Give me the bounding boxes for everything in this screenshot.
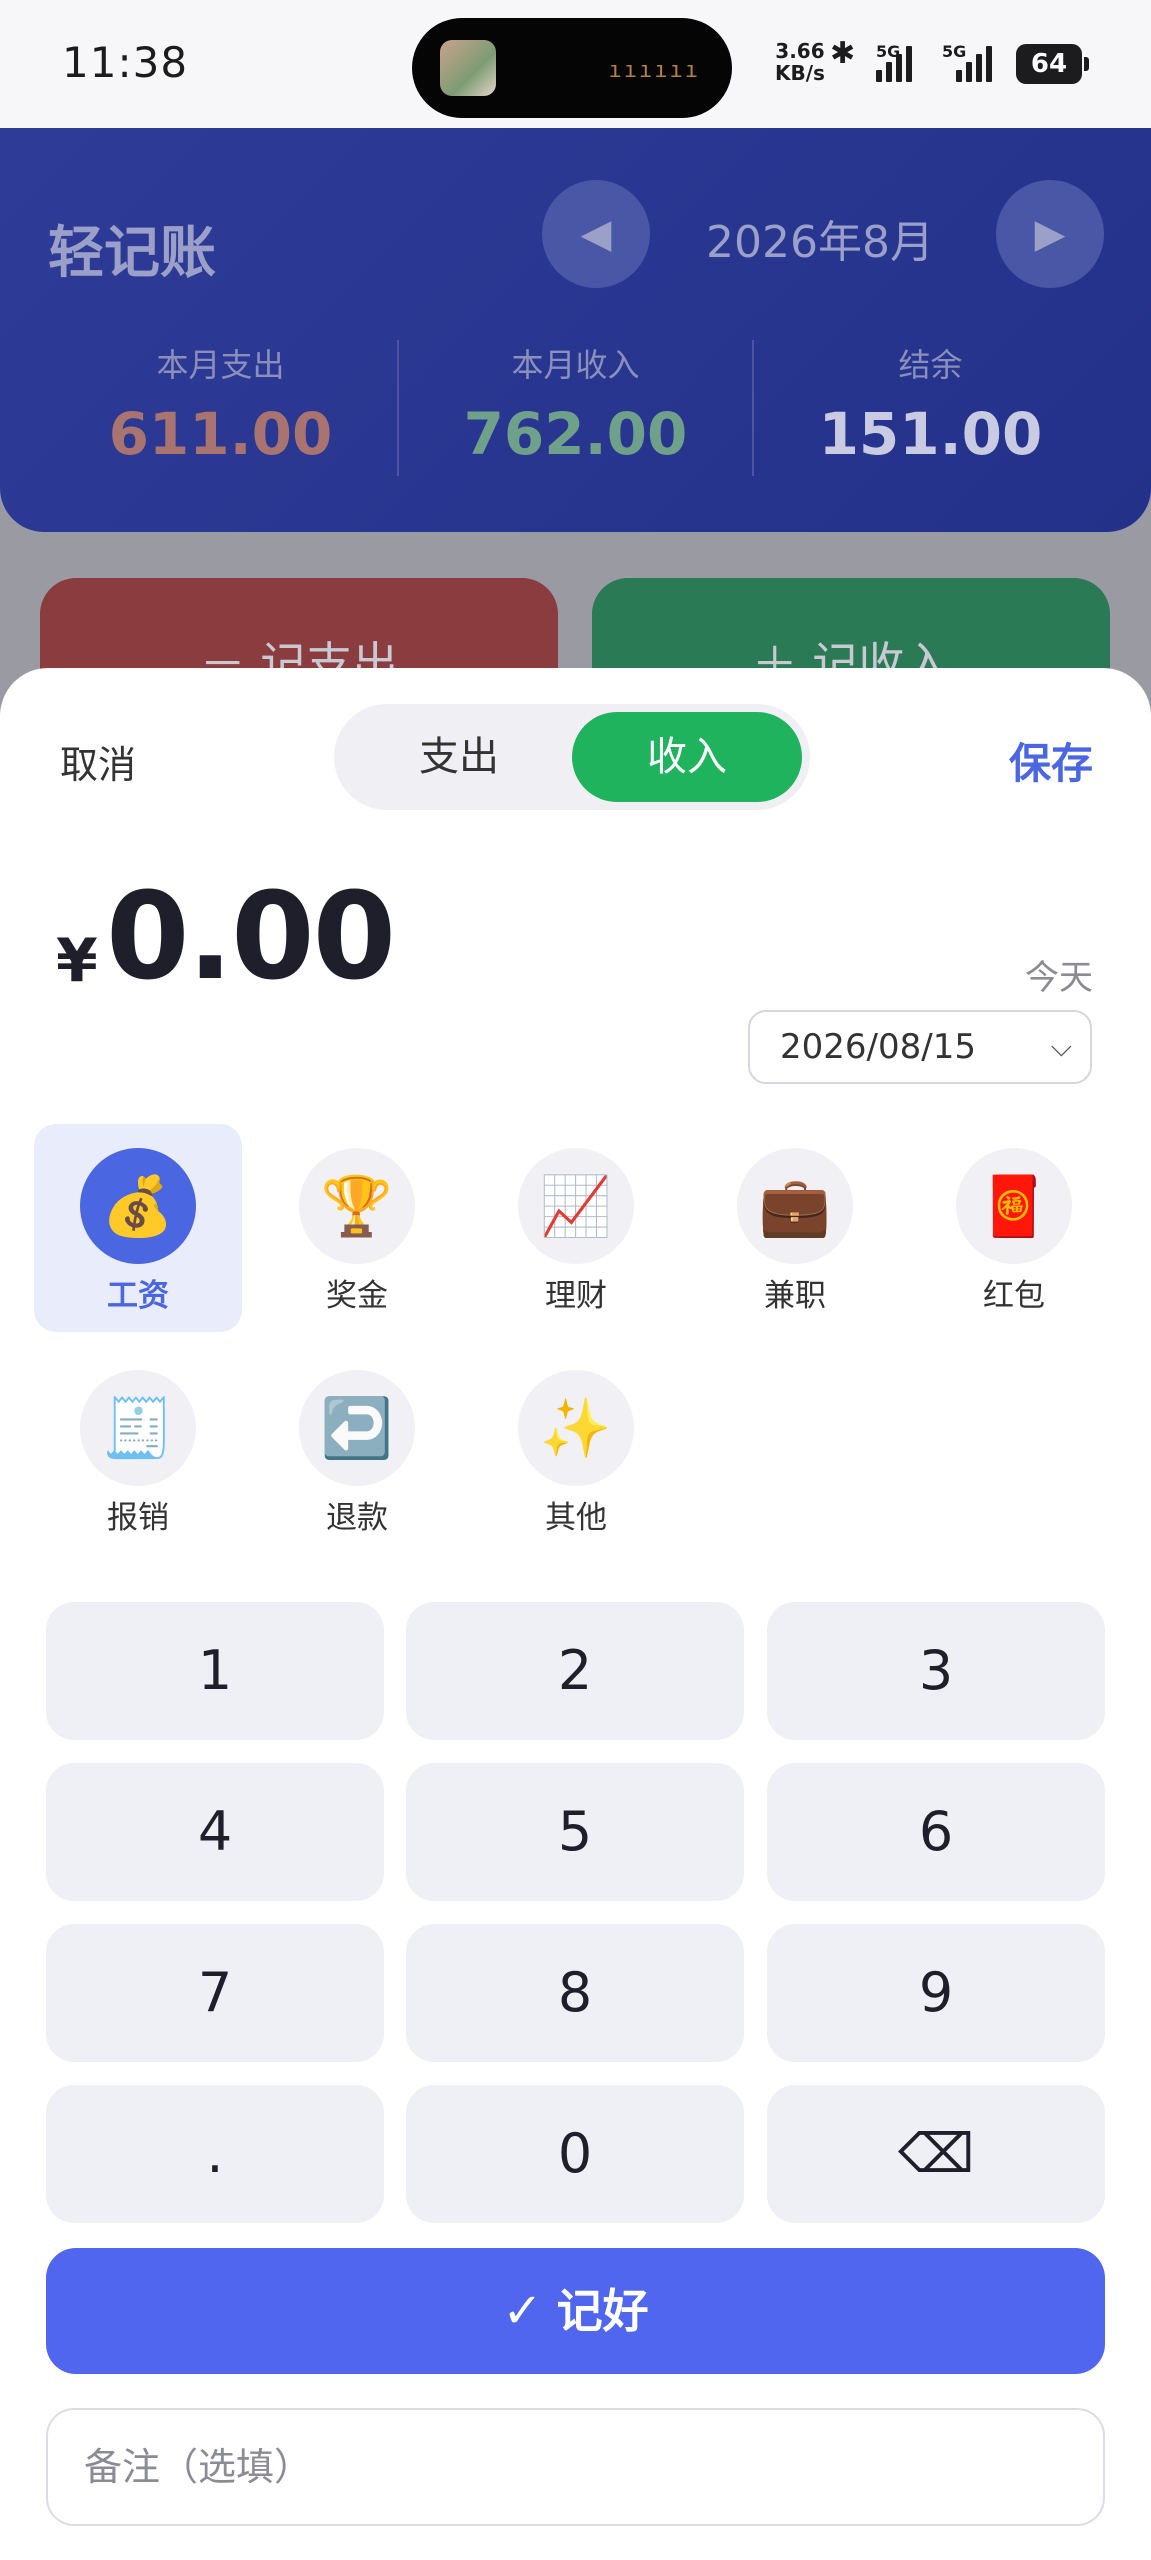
backspace-icon[interactable]: ⌫	[767, 2085, 1105, 2223]
key-5[interactable]: 5	[406, 1763, 744, 1901]
media-thumbnail	[440, 40, 496, 96]
category-label: 其他	[545, 1500, 607, 1536]
signal-icon-2	[956, 46, 992, 82]
cancel-button[interactable]: 取消	[60, 734, 136, 789]
category-red-envelope[interactable]: 🧧 红包	[910, 1124, 1118, 1332]
key-2[interactable]: 2	[406, 1602, 744, 1740]
key-4[interactable]: 4	[46, 1763, 384, 1901]
return-arrow-icon: ↩️	[299, 1370, 415, 1486]
category-refund[interactable]: ↩️ 退款	[253, 1346, 461, 1554]
trophy-icon: 🏆	[299, 1148, 415, 1264]
category-label: 红包	[983, 1278, 1045, 1314]
stat-value: 151.00	[818, 400, 1043, 468]
category-label: 奖金	[326, 1278, 388, 1314]
signal-icon-1	[876, 46, 912, 82]
net-speed: 3.66 KB/s	[775, 39, 825, 85]
key-6[interactable]: 6	[767, 1763, 1105, 1901]
stat-income: 本月收入 762.00	[399, 340, 752, 468]
red-envelope-icon: 🧧	[956, 1148, 1072, 1264]
category-label: 工资	[107, 1278, 169, 1314]
key-decimal[interactable]: .	[46, 2085, 384, 2223]
note-input[interactable]	[46, 2408, 1105, 2526]
stat-label: 本月收入	[511, 346, 640, 384]
key-7[interactable]: 7	[46, 1924, 384, 2062]
category-salary[interactable]: 💰 工资	[34, 1124, 242, 1332]
bluetooth-icon: ✱	[830, 36, 856, 71]
category-label: 理财	[545, 1278, 607, 1314]
stat-value: 762.00	[463, 400, 688, 468]
check-icon: ✓	[502, 2283, 543, 2339]
category-reimbursement[interactable]: 🧾 报销	[34, 1346, 242, 1554]
stat-expense: 本月支出 611.00	[44, 340, 397, 468]
entry-sheet: 取消 支出 收入 保存 ¥ 0.00 今天 2026/08/15 ⌵ 💰 工资 …	[0, 668, 1151, 2560]
chevron-down-icon: ⌵	[1050, 1030, 1072, 1063]
category-label: 兼职	[764, 1278, 826, 1314]
key-9[interactable]: 9	[767, 1924, 1105, 2062]
category-label: 退款	[326, 1500, 388, 1536]
dynamic-island[interactable]: ıııııı	[412, 18, 732, 118]
audio-wave-icon: ıııııı	[608, 58, 700, 83]
toggle-expense[interactable]: 支出	[344, 712, 574, 802]
summary-header: 轻记账 ◀ 2026年8月 ▶ 本月支出 611.00 本月收入 762.00 …	[0, 128, 1151, 532]
prev-month-button[interactable]: ◀	[542, 180, 650, 288]
key-8[interactable]: 8	[406, 1924, 744, 2062]
current-month: 2026年8月	[706, 217, 934, 268]
battery-icon: 64	[1016, 44, 1089, 84]
type-toggle: 支出 收入	[334, 704, 810, 810]
date-value: 2026/08/15	[780, 1027, 976, 1067]
currency-symbol: ¥	[56, 926, 98, 996]
chart-up-icon: 📈	[518, 1148, 634, 1264]
receipt-icon: 🧾	[80, 1370, 196, 1486]
date-picker[interactable]: 2026/08/15 ⌵	[748, 1010, 1092, 1084]
stat-label: 结余	[898, 346, 963, 384]
category-bonus[interactable]: 🏆 奖金	[253, 1124, 461, 1332]
confirm-label: 记好	[556, 2284, 649, 2338]
money-bag-icon: 💰	[80, 1148, 196, 1264]
stat-balance: 结余 151.00	[754, 340, 1107, 468]
amount-display: 0.00	[106, 868, 396, 1007]
toggle-income[interactable]: 收入	[572, 712, 802, 802]
category-label: 报销	[107, 1500, 169, 1536]
sparkles-icon: ✨	[518, 1370, 634, 1486]
briefcase-icon: 💼	[737, 1148, 853, 1264]
save-button[interactable]: 保存	[1009, 730, 1093, 791]
date-hint: 今天	[1025, 958, 1093, 998]
key-3[interactable]: 3	[767, 1602, 1105, 1740]
category-investment[interactable]: 📈 理财	[472, 1124, 680, 1332]
confirm-button[interactable]: ✓ 记好	[46, 2248, 1105, 2374]
next-month-button[interactable]: ▶	[996, 180, 1104, 288]
key-0[interactable]: 0	[406, 2085, 744, 2223]
category-other[interactable]: ✨ 其他	[472, 1346, 680, 1554]
key-1[interactable]: 1	[46, 1602, 384, 1740]
app-title: 轻记账	[48, 221, 216, 286]
stat-value: 611.00	[108, 400, 333, 468]
status-time: 11:38	[62, 38, 189, 87]
status-bar: 11:38 ıııııı 3.66 KB/s ✱ 5G 5G 64	[0, 0, 1151, 128]
stat-label: 本月支出	[156, 346, 285, 384]
category-part-time[interactable]: 💼 兼职	[691, 1124, 899, 1332]
